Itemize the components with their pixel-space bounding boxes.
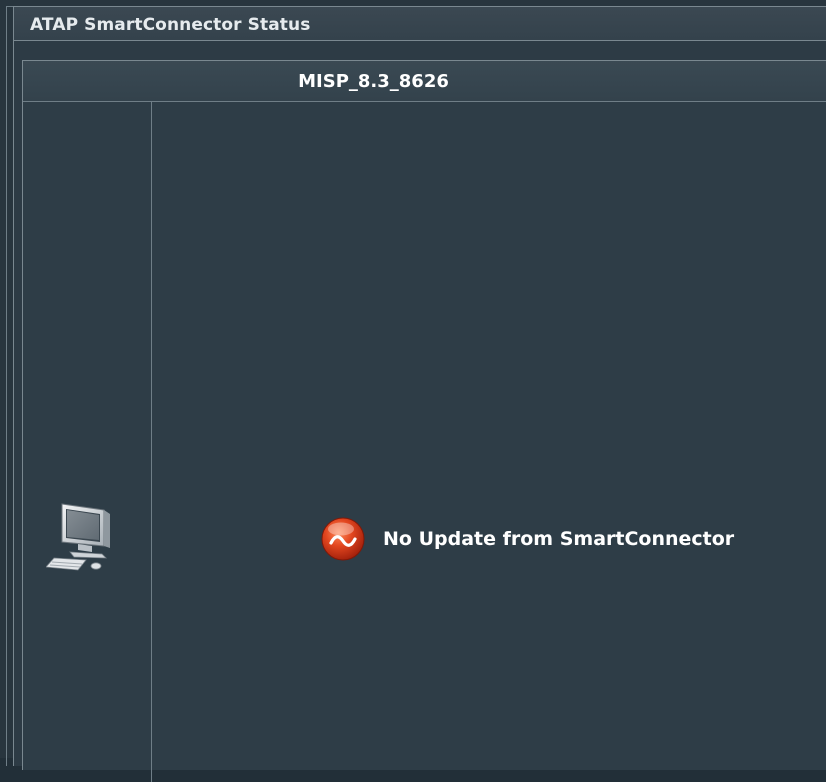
computer-icon xyxy=(46,503,110,571)
error-status-icon xyxy=(321,517,365,561)
status-message: No Update from SmartConnector xyxy=(383,528,735,550)
panel-title: ATAP SmartConnector Status xyxy=(30,15,311,35)
connector-header[interactable]: MISP_8.3_8626 xyxy=(23,61,826,102)
app-background: ATAP SmartConnector Status MISP_8.3_8626 xyxy=(0,0,826,782)
panel-title-bar: ATAP SmartConnector Status xyxy=(14,7,826,41)
connector-name: MISP_8.3_8626 xyxy=(298,71,449,92)
connector-status: No Update from SmartConnector xyxy=(320,516,734,562)
connector-card: MISP_8.3_8626 No Update from SmartConnec… xyxy=(22,60,826,782)
smartconnector-status-panel: ATAP SmartConnector Status MISP_8.3_8626 xyxy=(13,6,826,782)
device-column xyxy=(23,102,152,782)
